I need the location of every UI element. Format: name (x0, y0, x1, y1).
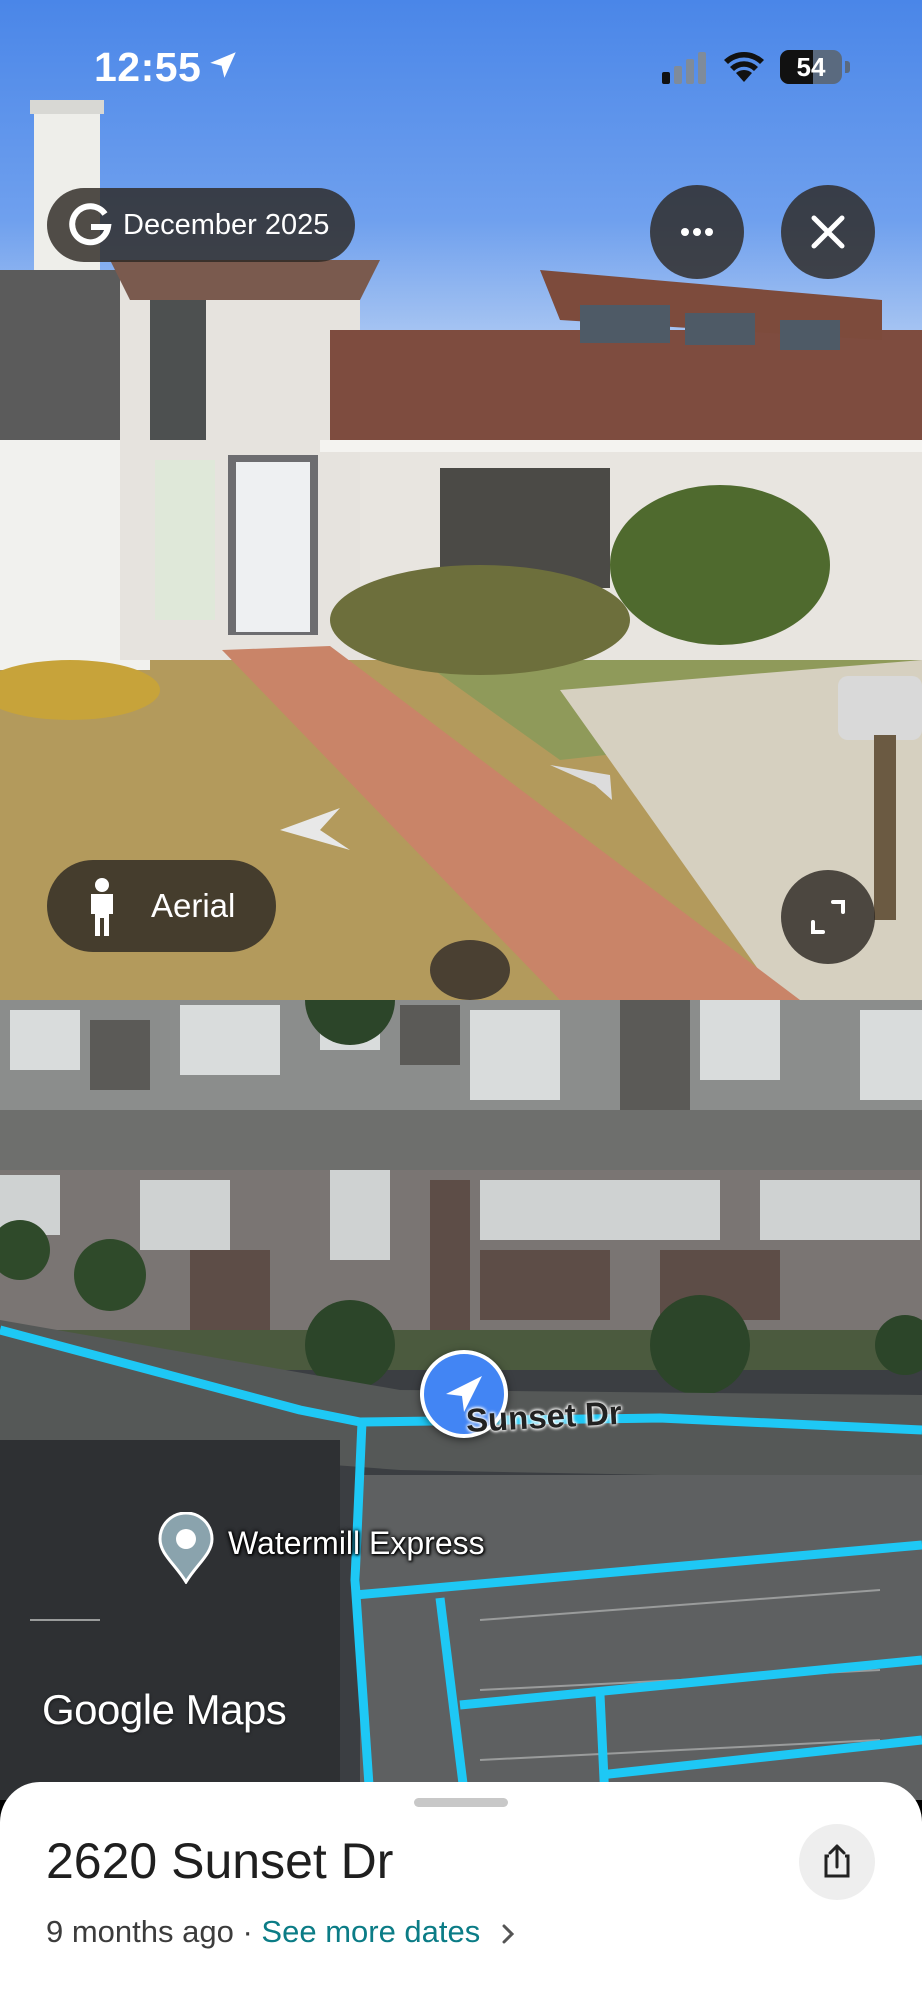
share-button[interactable] (799, 1824, 875, 1900)
see-more-dates-link[interactable]: See more dates (261, 1914, 480, 1949)
more-icon (681, 228, 713, 236)
capture-date-label: December 2025 (123, 209, 330, 241)
status-bar: 12:55 54 (0, 0, 922, 130)
wifi-icon (724, 52, 764, 82)
aerial-button[interactable]: Aerial (47, 860, 276, 952)
expand-icon (811, 900, 845, 934)
close-icon (811, 215, 845, 249)
separator: · (233, 1914, 262, 1949)
capture-age: 9 months ago (46, 1914, 234, 1949)
google-g-icon (69, 203, 112, 246)
close-button[interactable] (781, 185, 875, 279)
expand-button[interactable] (781, 870, 875, 964)
chevron-right-icon[interactable] (499, 1921, 517, 1947)
google-maps-watermark: Google Maps (42, 1686, 287, 1733)
aerial-label: Aerial (151, 887, 236, 924)
cellular-signal-icon (662, 52, 706, 84)
status-time: 12:55 (94, 44, 202, 90)
street-view-image (0, 100, 922, 1000)
battery-nub (845, 61, 850, 73)
share-icon (824, 1844, 850, 1878)
place-pin-icon[interactable] (157, 1512, 215, 1584)
date-info-row: 9 months ago · See more dates (46, 1914, 517, 1950)
address-title: 2620 Sunset Dr (46, 1833, 394, 1889)
person-icon (91, 878, 113, 936)
place-label[interactable]: Watermill Express (228, 1525, 485, 1562)
sheet-grabber[interactable] (414, 1798, 508, 1807)
capture-date-button[interactable]: December 2025 (47, 188, 355, 262)
location-arrow-icon (210, 52, 236, 78)
street-label: Sunset Dr (465, 1393, 623, 1439)
more-button[interactable] (650, 185, 744, 279)
bottom-sheet[interactable]: 2620 Sunset Dr 9 months ago · See more d… (0, 1782, 922, 2000)
street-view-panel[interactable]: 12:55 54 December 2025 Aerial (0, 0, 922, 1000)
battery-icon: 54 (780, 50, 842, 84)
battery-percent: 54 (796, 52, 826, 82)
